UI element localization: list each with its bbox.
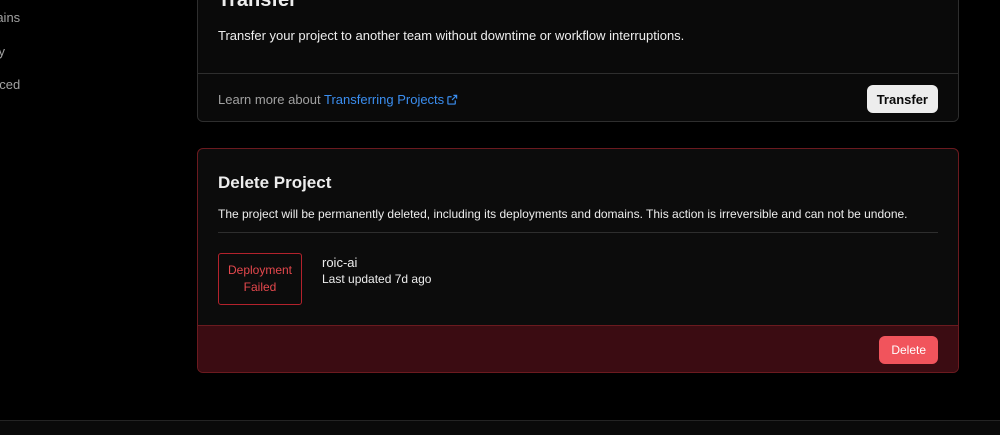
transfer-title: Transfer — [218, 0, 297, 11]
transfer-description: Transfer your project to another team wi… — [218, 28, 685, 43]
delete-button[interactable]: Delete — [879, 336, 938, 364]
transfer-card: Transfer Transfer your project to anothe… — [197, 0, 959, 122]
external-link-icon — [447, 93, 458, 108]
divider — [218, 232, 938, 233]
delete-project-title: Delete Project — [218, 173, 332, 192]
transferring-projects-link[interactable]: Transferring Projects — [324, 92, 458, 107]
delete-footer: Delete — [198, 325, 958, 372]
status-line-1: Deployment — [227, 263, 293, 277]
project-last-updated: Last updated 7d ago — [322, 272, 432, 286]
bottom-bar — [0, 420, 1000, 435]
delete-project-description: The project will be permanently deleted,… — [218, 207, 908, 221]
project-name: roic-ai — [322, 255, 358, 270]
learn-more-prefix: Learn more about — [218, 92, 324, 107]
sidebar-item-advanced[interactable]: nced — [0, 77, 20, 92]
transfer-footer: Learn more about Transferring Projects T… — [198, 73, 958, 121]
deployment-status-badge: Deployment Failed — [218, 253, 302, 305]
project-settings-page: rains ity nced Transfer Transfer your pr… — [0, 0, 1000, 435]
transferring-projects-link-label: Transferring Projects — [324, 92, 445, 107]
settings-sidebar: rains ity nced — [0, 0, 180, 420]
status-line-2: Failed — [243, 280, 277, 294]
sidebar-item-domains[interactable]: rains — [0, 10, 20, 25]
learn-more-text: Learn more about Transferring Projects — [218, 92, 458, 108]
sidebar-item-security[interactable]: ity — [0, 44, 5, 59]
delete-project-card: Delete Project The project will be perma… — [197, 148, 959, 373]
transfer-button[interactable]: Transfer — [866, 85, 938, 113]
